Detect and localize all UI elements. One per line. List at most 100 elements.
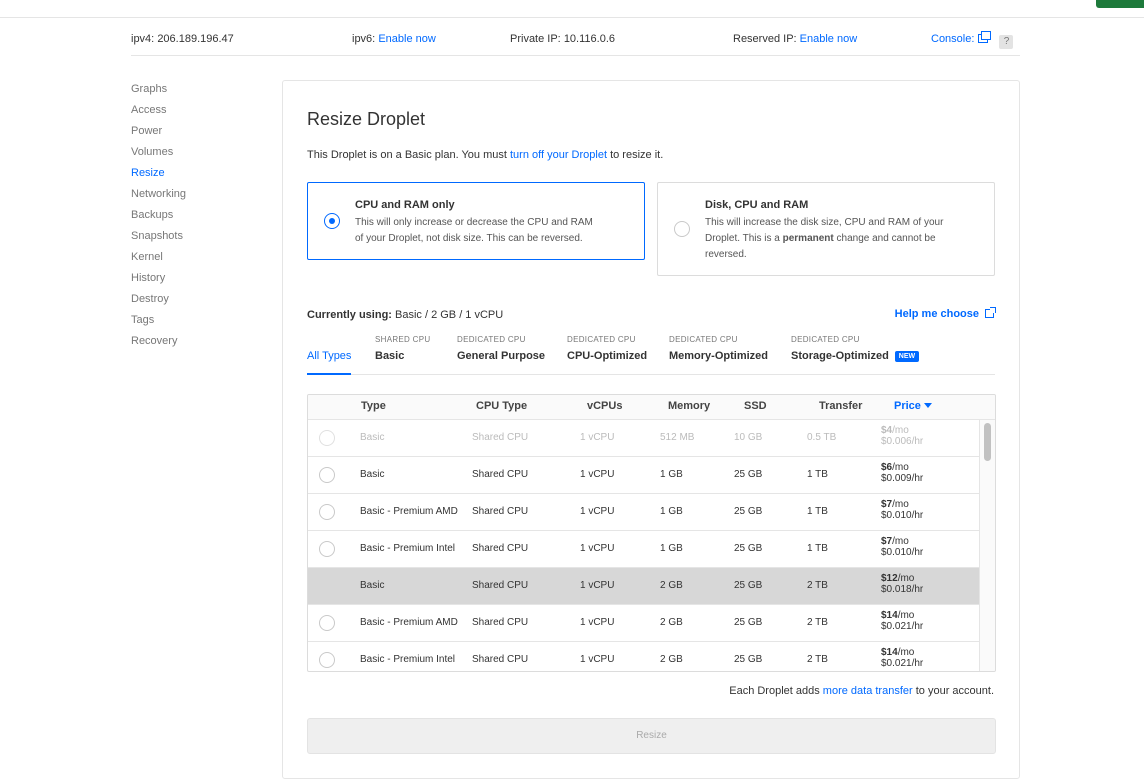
option-cpu-ram-title: CPU and RAM only bbox=[355, 199, 455, 211]
intro-prefix: This Droplet is on a Basic plan. You mus… bbox=[307, 149, 510, 161]
radio-icon bbox=[319, 430, 335, 446]
option-disk-desc-line1: This will increase the disk size, CPU an… bbox=[705, 217, 944, 228]
reserved-ip-label: Reserved IP: bbox=[733, 33, 797, 45]
sidebar-item-history[interactable]: History bbox=[131, 271, 186, 292]
ip-info-bar: ipv4: 206.189.196.47 ipv6: Enable now Pr… bbox=[131, 24, 1020, 56]
table-row[interactable]: Basic - Premium Intel Shared CPU 1 vCPU 1 G… bbox=[308, 531, 979, 568]
price-unit: /mo bbox=[892, 499, 909, 510]
tab-basic[interactable]: SHARED CPU Basic bbox=[375, 335, 430, 362]
sidebar-item-power[interactable]: Power bbox=[131, 124, 186, 145]
cell-ssd: 25 GB bbox=[734, 654, 763, 665]
radio-icon[interactable] bbox=[319, 615, 335, 631]
tab-label: CPU-Optimized bbox=[567, 350, 648, 362]
resize-button[interactable]: Resize bbox=[307, 718, 996, 754]
cell-cpu-type: Shared CPU bbox=[472, 654, 529, 665]
cell-type: Basic - Premium Intel bbox=[360, 543, 456, 554]
cell-cpu-type: Shared CPU bbox=[472, 543, 529, 554]
cell-transfer: 1 TB bbox=[807, 469, 828, 480]
cell-ssd: 25 GB bbox=[734, 543, 763, 554]
cell-vcpus: 1 vCPU bbox=[580, 432, 615, 443]
cell-memory: 1 GB bbox=[660, 543, 683, 554]
tab-storage-optimized[interactable]: DEDICATED CPU Storage-Optimized NEW bbox=[791, 335, 920, 362]
console-external-icon bbox=[978, 31, 992, 43]
price-unit: /mo bbox=[897, 573, 915, 584]
cell-cpu-type: Shared CPU bbox=[472, 469, 529, 480]
option-disk-desc-line2: Droplet. This is a permanent change and … bbox=[705, 231, 943, 247]
sidebar-item-networking[interactable]: Networking bbox=[131, 187, 186, 208]
cell-transfer: 2 TB bbox=[807, 617, 828, 628]
table-row[interactable]: Basic - Premium AMD Shared CPU 1 vCPU 1 GB 2… bbox=[308, 494, 979, 531]
option-disk-cpu-ram[interactable]: Disk, CPU and RAM This will increase the… bbox=[657, 182, 995, 276]
price-amount: $14 bbox=[881, 610, 898, 621]
sidebar-item-resize[interactable]: Resize bbox=[131, 166, 186, 187]
option-cpu-ram-only[interactable]: CPU and RAM only This will only increase… bbox=[307, 182, 645, 260]
ipv6-enable-link[interactable]: Enable now bbox=[378, 33, 436, 45]
tab-general-purpose[interactable]: DEDICATED CPU General Purpose bbox=[457, 335, 545, 362]
tab-all-types[interactable]: All Types bbox=[307, 335, 352, 375]
console-link[interactable]: Console: bbox=[931, 31, 992, 45]
radio-icon[interactable] bbox=[319, 652, 335, 668]
radio-icon[interactable] bbox=[324, 213, 340, 229]
cell-hourly-price: $0.010/hr bbox=[881, 547, 924, 558]
sidebar-item-volumes[interactable]: Volumes bbox=[131, 145, 186, 166]
table-rows: Basic Shared CPU 1 vCPU 512 MB 10 GB 0.5 TB $4… bbox=[308, 420, 979, 671]
option-disk-desc-line2-suffix: change and cannot be bbox=[833, 233, 936, 244]
sidebar-item-snapshots[interactable]: Snapshots bbox=[131, 229, 186, 250]
cell-memory: 2 GB bbox=[660, 654, 683, 665]
table-row[interactable]: Basic - Premium AMD Shared CPU 1 vCPU 2 GB 2… bbox=[308, 605, 979, 642]
console-info: Console: ? bbox=[931, 31, 1014, 49]
tab-cpu-optimized[interactable]: DEDICATED CPU CPU-Optimized bbox=[567, 335, 647, 362]
cell-hourly-price: $0.006/hr bbox=[881, 436, 924, 447]
cell-transfer: 2 TB bbox=[807, 654, 828, 665]
sidebar-item-backups[interactable]: Backups bbox=[131, 208, 186, 229]
create-button-edge[interactable] bbox=[1096, 0, 1144, 8]
cell-type: Basic bbox=[360, 580, 385, 591]
table-row[interactable]: Basic Shared CPU 1 vCPU 1 GB 25 GB 1 TB $6/mo $… bbox=[308, 457, 979, 494]
price-unit: /mo bbox=[892, 425, 909, 436]
tab-label: Memory-Optimized bbox=[669, 350, 769, 362]
turn-off-droplet-link[interactable]: turn off your Droplet bbox=[510, 149, 607, 161]
scrollbar-thumb[interactable] bbox=[984, 423, 991, 461]
more-data-transfer-link[interactable]: more data transfer bbox=[823, 685, 913, 697]
table-row[interactable]: Basic - Premium Intel Shared CPU 1 vCPU 2 G… bbox=[308, 642, 979, 671]
sidebar-item-recovery[interactable]: Recovery bbox=[131, 334, 186, 355]
sidebar-item-access[interactable]: Access bbox=[131, 103, 186, 124]
current-plan-label: Currently using: bbox=[307, 309, 392, 321]
external-link-icon bbox=[985, 307, 996, 318]
table-scrollbar[interactable] bbox=[979, 420, 995, 671]
price-amount: $14 bbox=[881, 647, 898, 658]
tab-memory-optimized[interactable]: DEDICATED CPU Memory-Optimized bbox=[669, 335, 768, 362]
cell-type: Basic bbox=[360, 469, 385, 480]
cell-type: Basic bbox=[360, 432, 385, 443]
sidebar-item-tags[interactable]: Tags bbox=[131, 313, 186, 334]
cell-cpu-type: Shared CPU bbox=[472, 580, 529, 591]
cell-ssd: 25 GB bbox=[734, 617, 763, 628]
cell-monthly-price: $6/mo bbox=[881, 462, 909, 473]
cell-type: Basic - Premium AMD bbox=[360, 617, 458, 628]
help-question-icon[interactable]: ? bbox=[999, 35, 1014, 49]
cell-ssd: 10 GB bbox=[734, 432, 763, 443]
help-me-choose-link[interactable]: Help me choose bbox=[895, 307, 996, 320]
header-price-sort[interactable]: Price bbox=[894, 400, 932, 412]
radio-icon[interactable] bbox=[319, 541, 335, 557]
radio-icon[interactable] bbox=[674, 221, 690, 237]
sidebar-item-destroy[interactable]: Destroy bbox=[131, 292, 186, 313]
sidebar-item-kernel[interactable]: Kernel bbox=[131, 250, 186, 271]
table-row[interactable]: Basic Shared CPU 1 vCPU 2 GB 25 GB 2 TB $12/mo… bbox=[308, 568, 979, 605]
price-amount: $12 bbox=[881, 573, 898, 584]
tab-sup: DEDICATED CPU bbox=[791, 335, 860, 344]
price-unit: /mo bbox=[897, 610, 915, 621]
current-plan: Currently using: Basic / 2 GB / 1 vCPU bbox=[307, 309, 503, 321]
cell-type: Basic - Premium Intel bbox=[360, 654, 456, 665]
tab-label-wrap: Storage-Optimized NEW bbox=[791, 350, 920, 362]
sidebar-item-graphs[interactable]: Graphs bbox=[131, 82, 186, 103]
header-ssd: SSD bbox=[744, 400, 767, 412]
plan-table: Type CPU Type vCPUs Memory SSD Transfer … bbox=[307, 394, 996, 672]
radio-icon[interactable] bbox=[319, 504, 335, 520]
option-disk-desc-line2-prefix: Droplet. This is a bbox=[705, 233, 783, 244]
radio-icon[interactable] bbox=[319, 467, 335, 483]
private-ip-value: 10.116.0.6 bbox=[563, 33, 615, 45]
table-row: Basic Shared CPU 1 vCPU 512 MB 10 GB 0.5 TB $4… bbox=[308, 420, 979, 457]
footnote-prefix: Each Droplet adds bbox=[729, 685, 823, 697]
reserved-ip-enable-link[interactable]: Enable now bbox=[800, 33, 858, 45]
